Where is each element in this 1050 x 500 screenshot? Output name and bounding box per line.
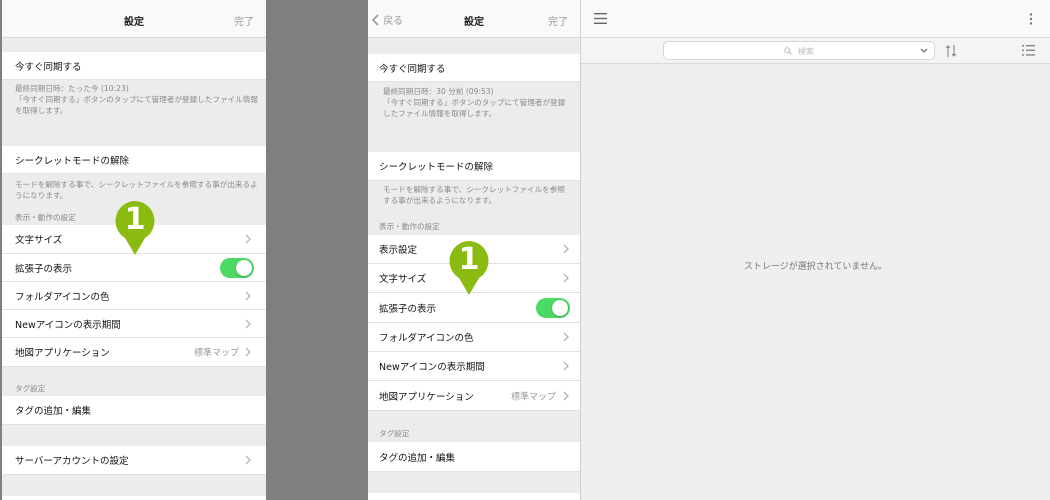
menu-icon[interactable]	[594, 13, 607, 24]
sort-icon[interactable]	[945, 44, 957, 58]
new-icon-period-row[interactable]: Newアイコンの表示期間	[368, 352, 580, 381]
chevron-right-icon	[245, 455, 251, 465]
callout-marker: 1	[446, 239, 492, 297]
next-row[interactable]	[368, 493, 580, 500]
empty-state-message: ストレージが選択されていません。	[743, 262, 888, 272]
folder-icon-color-label: フォルダアイコンの色	[15, 291, 110, 303]
search-placeholder: 検索	[664, 46, 934, 57]
secret-note: モードを解除する事で、シークレットファイルを参照する事が出来るようになります。	[383, 185, 565, 205]
sync-now-row[interactable]: 今すぐ同期する	[368, 54, 580, 82]
dropdown-chevron-icon[interactable]	[920, 48, 928, 54]
chevron-right-icon	[245, 347, 251, 357]
chevron-right-icon	[563, 332, 569, 342]
map-app-row[interactable]: 地図アプリケーション 標準マップ	[368, 381, 580, 411]
settings-panel-left: 設定 完了 今すぐ同期する 最終同期日時：たった今 (10:23) 「今すぐ同期…	[2, 0, 266, 500]
chevron-right-icon	[563, 273, 569, 283]
search-icon	[784, 47, 792, 55]
chevron-right-icon	[245, 291, 251, 300]
nav-title: 設定	[124, 17, 144, 28]
show-extension-toggle[interactable]	[220, 257, 254, 278]
new-icon-period-label: Newアイコンの表示期間	[379, 362, 485, 373]
callout-number: 1	[124, 202, 146, 237]
sync-now-label: 今すぐ同期する	[15, 61, 82, 73]
sync-now-label: 今すぐ同期する	[379, 63, 446, 75]
show-extension-label: 拡張子の表示	[15, 263, 73, 275]
map-app-label: 地図アプリケーション	[15, 348, 110, 359]
show-extension-label: 拡張子の表示	[379, 303, 437, 315]
folder-icon-color-row[interactable]: フォルダアイコンの色	[2, 282, 266, 310]
section-header-tag: タグ設定	[379, 429, 410, 438]
font-size-label: 文字サイズ	[379, 274, 427, 285]
sync-now-row[interactable]: 今すぐ同期する	[2, 52, 266, 80]
font-size-label: 文字サイズ	[15, 235, 63, 246]
next-row[interactable]	[2, 496, 266, 500]
new-icon-period-label: Newアイコンの表示期間	[15, 319, 121, 331]
sync-note: 最終同期日時：たった今 (10:23) 「今すぐ同期する」ボタンのタップにて管理…	[15, 84, 258, 115]
tag-edit-row[interactable]: タグの追加・編集	[368, 442, 580, 472]
secret-note: モードを解除する事で、シークレットファイルを参照する事が出来るようになります。	[15, 180, 258, 200]
show-extension-toggle[interactable]	[536, 297, 570, 318]
map-app-value: 標準マップ	[510, 392, 556, 402]
file-browser-panel: 検索 ストレージが選択されていません。	[581, 0, 1050, 500]
chevron-right-icon	[563, 391, 569, 400]
toggle-knob	[236, 259, 252, 276]
secret-mode-row[interactable]: シークレットモードの解除	[368, 152, 580, 181]
chevron-right-icon	[245, 319, 251, 328]
tag-edit-row[interactable]: タグの追加・編集	[2, 396, 266, 425]
server-account-label: サーバーアカウントの設定	[15, 456, 129, 467]
show-extension-row: 拡張子の表示	[368, 293, 580, 323]
search-placeholder-text: 検索	[798, 47, 814, 56]
chevron-right-icon	[245, 234, 251, 244]
callout-marker: 1	[112, 199, 158, 257]
callout-number: 1	[458, 242, 480, 277]
tag-edit-label: タグの追加・編集	[379, 452, 456, 464]
secret-mode-row[interactable]: シークレットモードの解除	[2, 146, 266, 174]
done-button[interactable]: 完了	[234, 13, 254, 28]
section-header-display: 表示・動作の設定	[379, 222, 440, 231]
new-icon-period-row[interactable]: Newアイコンの表示期間	[2, 310, 266, 338]
chevron-right-icon	[563, 361, 569, 371]
nav-bar: 設定 完了	[2, 0, 266, 38]
section-header-display: 表示・動作の設定	[15, 213, 76, 222]
list-icon[interactable]	[1022, 45, 1035, 56]
more-vertical-icon[interactable]	[1029, 13, 1033, 25]
folder-icon-color-label: フォルダアイコンの色	[379, 333, 474, 344]
folder-icon-color-row[interactable]: フォルダアイコンの色	[368, 323, 580, 352]
server-account-row[interactable]: サーバーアカウントの設定	[2, 446, 266, 475]
map-app-value: 標準マップ	[193, 348, 239, 359]
done-button[interactable]: 完了	[548, 13, 568, 28]
settings-panel-detail: 戻る 設定 完了 今すぐ同期する 最終同期日時：30 分前 (09:53) 「今…	[368, 0, 581, 500]
secret-mode-label: シークレットモードの解除	[379, 162, 494, 173]
show-extension-row: 拡張子の表示	[2, 254, 266, 282]
sync-note: 最終同期日時：30 分前 (09:53) 「今すぐ同期する」ボタンのタップにて管…	[383, 87, 566, 118]
display-settings-label: 表示設定	[379, 245, 418, 256]
search-bar: 検索	[581, 38, 1050, 64]
toggle-knob	[552, 299, 568, 316]
top-bar	[581, 0, 1050, 38]
map-app-row[interactable]: 地図アプリケーション 標準マップ	[2, 338, 266, 367]
tag-edit-label: タグの追加・編集	[15, 406, 92, 417]
map-app-label: 地図アプリケーション	[379, 391, 474, 403]
nav-bar: 戻る 設定 完了	[368, 0, 580, 38]
chevron-right-icon	[563, 244, 569, 254]
search-input[interactable]: 検索	[663, 41, 935, 60]
secret-mode-label: シークレットモードの解除	[15, 155, 130, 167]
section-header-tag: タグ設定	[15, 384, 46, 393]
